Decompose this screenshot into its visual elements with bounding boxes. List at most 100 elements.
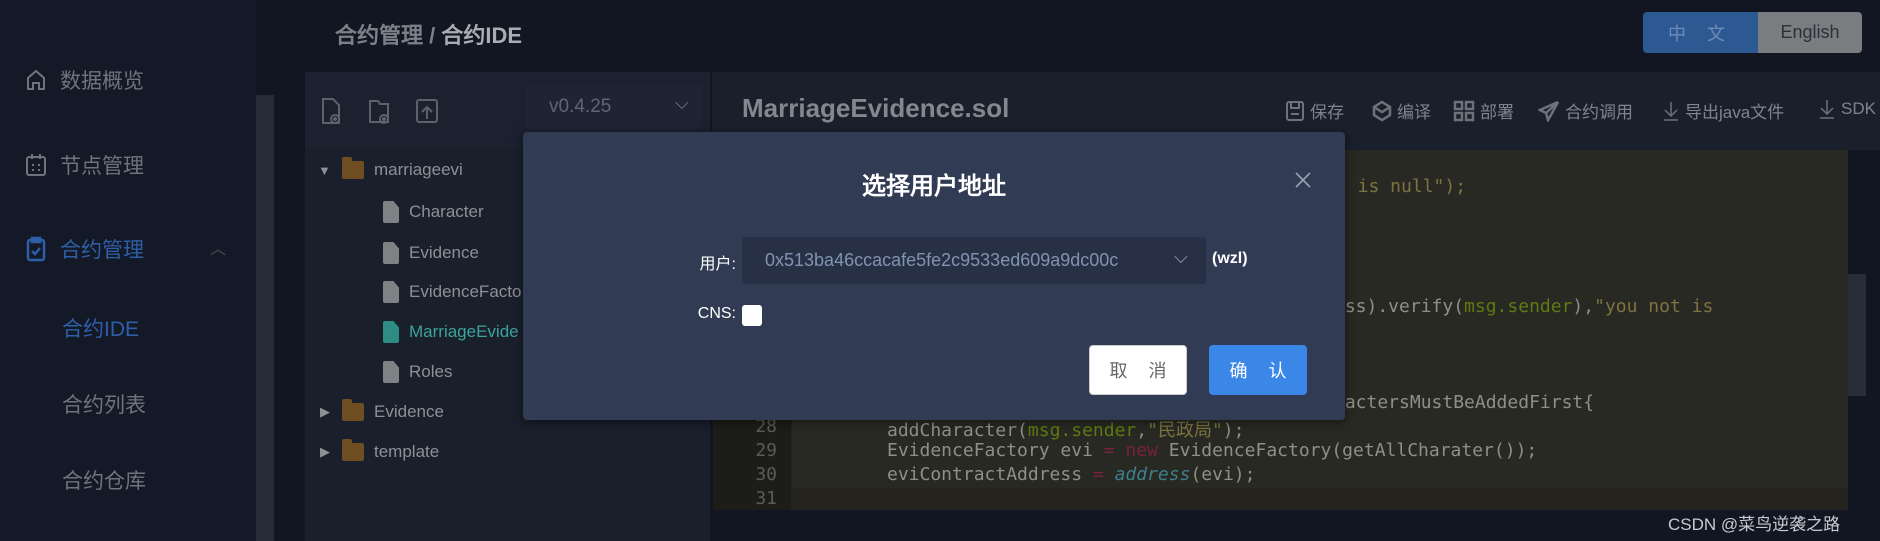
tree-folder-template[interactable]: ▶ template — [320, 434, 439, 470]
breadcrumb-current: 合约IDE — [441, 23, 523, 48]
caret-right-icon: ▶ — [320, 444, 330, 459]
download-icon — [1664, 101, 1678, 121]
folder-icon — [342, 439, 364, 461]
tree-file[interactable]: Roles — [383, 354, 452, 390]
sidebar-item-contract-repo[interactable]: 合约仓库 — [0, 460, 256, 500]
sidebar-item-nodes[interactable]: 节点管理 — [0, 145, 256, 185]
code-token: msg.sender — [1464, 296, 1573, 317]
lang-zh-button[interactable]: 中 文 — [1643, 12, 1758, 53]
code-token: (evi); — [1190, 464, 1256, 485]
compiler-version-select[interactable]: v0.4.25 ⌵ — [525, 85, 701, 129]
clipboard-check-icon — [24, 236, 48, 262]
file-icon — [383, 361, 399, 383]
code-fragment: ess).verify(msg.sender),"you not is — [1334, 296, 1713, 317]
cube-icon — [1372, 100, 1392, 121]
code-token: = — [1092, 464, 1104, 485]
sdk-label: SDK — [1841, 99, 1876, 118]
caret-right-icon: ▶ — [320, 404, 330, 419]
editor-file-title: MarriageEvidence.sol — [742, 93, 1010, 123]
language-switch: 中 文 English — [1643, 12, 1862, 53]
code-token: = — [1103, 440, 1115, 461]
code-token: ess).verify( — [1334, 296, 1465, 317]
code-token: ), — [1572, 296, 1595, 317]
sidebar-item-label: 合约列表 — [62, 394, 146, 417]
home-icon — [24, 68, 48, 92]
code-token: EvidenceFactory evi — [887, 440, 1104, 461]
code-fragment: ractersMustBeAddedFirst{ — [1334, 392, 1595, 413]
sidebar-item-contracts[interactable]: 合约管理 ︿ — [0, 229, 256, 269]
chevron-down-icon: ⌵ — [675, 93, 689, 113]
code-token: EvidenceFactory(getAllCharater()); — [1157, 440, 1538, 461]
tree-folder-marriageevi[interactable]: ▼ marriageevi — [318, 152, 463, 188]
code-token: eviContractAddress — [887, 464, 1093, 485]
sidebar-item-label: 合约IDE — [62, 318, 140, 341]
grid-icon — [1453, 100, 1475, 121]
new-file-icon[interactable] — [320, 97, 344, 125]
sidebar-item-label: 合约管理 — [60, 239, 144, 262]
tree-label: marriageevi — [374, 160, 463, 179]
user-address-value: 0x513ba46ccacafe5fe2c9533ed609a9dc00c — [765, 250, 1119, 270]
code-line: eviContractAddress = address(evi); — [887, 464, 1255, 485]
compile-label: 编译 — [1397, 103, 1431, 122]
tree-file[interactable]: EvidenceFacto — [383, 274, 521, 310]
sidebar-item-overview[interactable]: 数据概览 — [0, 60, 256, 100]
dialog-title: 选择用户地址 — [862, 173, 1006, 200]
new-folder-icon[interactable] — [367, 97, 393, 125]
code-line: EvidenceFactory evi = new EvidenceFactor… — [887, 440, 1537, 461]
line-number: 30 — [755, 464, 777, 485]
file-icon — [383, 242, 399, 264]
upload-icon[interactable] — [415, 97, 439, 125]
cns-label: CNS: — [697, 305, 736, 322]
calendar-icon — [24, 153, 48, 177]
deploy-button[interactable]: 部署 — [1453, 98, 1514, 123]
code-token: new — [1114, 440, 1158, 461]
export-java-button[interactable]: 导出java文件 — [1662, 98, 1784, 123]
chevron-down-icon: ⌵ — [1174, 247, 1188, 267]
contract-call-button[interactable]: 合约调用 — [1538, 98, 1633, 123]
user-address-select[interactable]: 0x513ba46ccacafe5fe2c9533ed609a9dc00c ⌵ — [742, 237, 1206, 284]
code-token: , — [1136, 420, 1148, 441]
cns-checkbox[interactable] — [742, 305, 762, 326]
tree-file[interactable]: Evidence — [383, 235, 479, 271]
sidebar-item-label: 合约仓库 — [62, 470, 146, 493]
tree-label: EvidenceFacto — [409, 282, 522, 301]
caret-down-icon: ▼ — [318, 162, 331, 178]
file-icon — [383, 281, 399, 303]
tree-label: Evidence — [409, 243, 479, 262]
file-icon — [383, 201, 399, 223]
tree-file[interactable]: Character — [383, 194, 484, 230]
sidebar-item-label: 数据概览 — [60, 70, 144, 93]
close-icon[interactable] — [1294, 171, 1312, 189]
line-number: 31 — [755, 488, 777, 509]
breadcrumb-parent[interactable]: 合约管理 — [335, 23, 423, 48]
sdk-button[interactable]: SDK — [1818, 98, 1876, 120]
version-value: v0.4.25 — [549, 96, 612, 117]
tree-label: template — [374, 442, 440, 461]
send-icon — [1538, 100, 1560, 122]
line-number: 29 — [755, 440, 777, 461]
code-token: "民政局" — [1147, 420, 1223, 441]
tree-folder-evidence[interactable]: ▶ Evidence — [320, 394, 444, 430]
folder-icon — [342, 399, 364, 421]
breadcrumb: 合约管理 / 合约IDE — [335, 18, 522, 50]
sidebar-scrollbar[interactable] — [256, 95, 274, 541]
sidebar-item-contract-ide[interactable]: 合约IDE — [0, 308, 256, 348]
sidebar-item-contract-list[interactable]: 合约列表 — [0, 384, 256, 424]
confirm-button[interactable]: 确 认 — [1209, 345, 1307, 395]
lang-en-button[interactable]: English — [1758, 12, 1862, 53]
editor-scrollbar[interactable] — [1848, 274, 1866, 396]
sidebar: 数据概览 节点管理 合约管理 ︿ 合约IDE 合约列表 合约仓库 — [0, 0, 256, 541]
save-button[interactable]: 保存 — [1285, 98, 1344, 123]
compile-button[interactable]: 编译 — [1372, 98, 1431, 123]
tree-file-selected[interactable]: MarriageEvide — [383, 314, 519, 350]
code-token: addCharacter( — [887, 420, 1028, 441]
cancel-button[interactable]: 取 消 — [1089, 345, 1187, 395]
code-token: ); — [1222, 420, 1245, 441]
save-icon — [1286, 100, 1304, 121]
tree-label: MarriageEvide — [409, 322, 519, 341]
tree-label: Character — [409, 202, 484, 221]
download-icon — [1820, 100, 1834, 119]
code-token: "you not is — [1594, 296, 1714, 317]
code-token: address — [1103, 464, 1191, 485]
tree-label: Evidence — [374, 402, 444, 421]
